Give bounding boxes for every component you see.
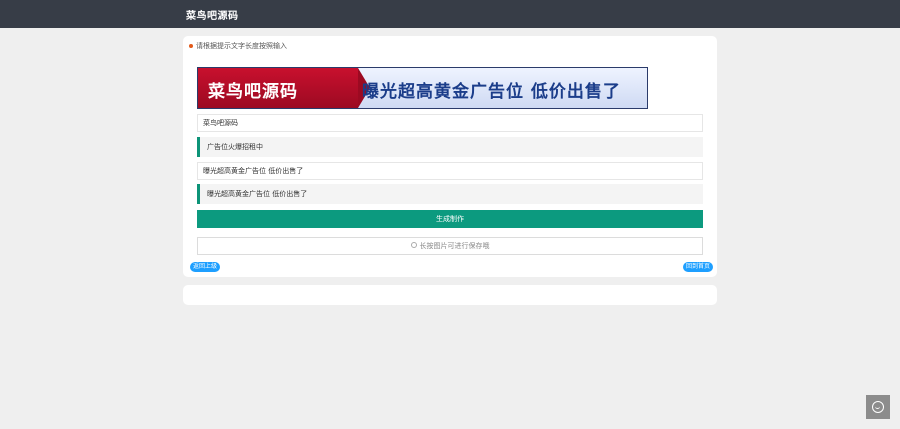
plus-circle-icon	[410, 242, 417, 248]
main-card: 请根据提示文字长度按照输入 菜鸟吧源码 曝光超高黄金广告位 低价出售了 菜鸟吧源…	[183, 36, 717, 277]
quote-hint-2: 曝光超高黄金广告位 低价出售了	[197, 184, 703, 204]
quote-hint-1: 广告位火爆招租中	[197, 137, 703, 157]
site-title[interactable]: 菜鸟吧源码	[186, 7, 239, 22]
hint-dot-icon	[189, 44, 193, 48]
text-input-2[interactable]: 曝光超高黄金广告位 低价出售了	[197, 162, 703, 180]
feedback-float-button[interactable]	[866, 395, 890, 419]
save-label: 长按图片可进行保存哦	[419, 242, 490, 250]
banner-right-text: 曝光超高黄金广告位 低价出售了	[362, 82, 621, 102]
input-hint: 请根据提示文字长度按照输入	[189, 41, 287, 51]
hint-text: 请根据提示文字长度按照输入	[196, 42, 287, 50]
top-bar: 菜鸟吧源码	[0, 0, 900, 28]
generate-button[interactable]: 生成制作	[197, 210, 703, 228]
smile-icon	[872, 401, 884, 413]
banner-left-text: 菜鸟吧源码	[208, 82, 298, 102]
text-input-1[interactable]: 菜鸟吧源码	[197, 114, 703, 132]
secondary-card	[183, 285, 717, 305]
home-button[interactable]: 回到首页	[683, 262, 714, 272]
save-image-button[interactable]: 长按图片可进行保存哦	[197, 237, 703, 255]
back-button[interactable]: 返回上级	[190, 262, 221, 272]
banner-preview: 菜鸟吧源码 曝光超高黄金广告位 低价出售了	[197, 67, 648, 109]
